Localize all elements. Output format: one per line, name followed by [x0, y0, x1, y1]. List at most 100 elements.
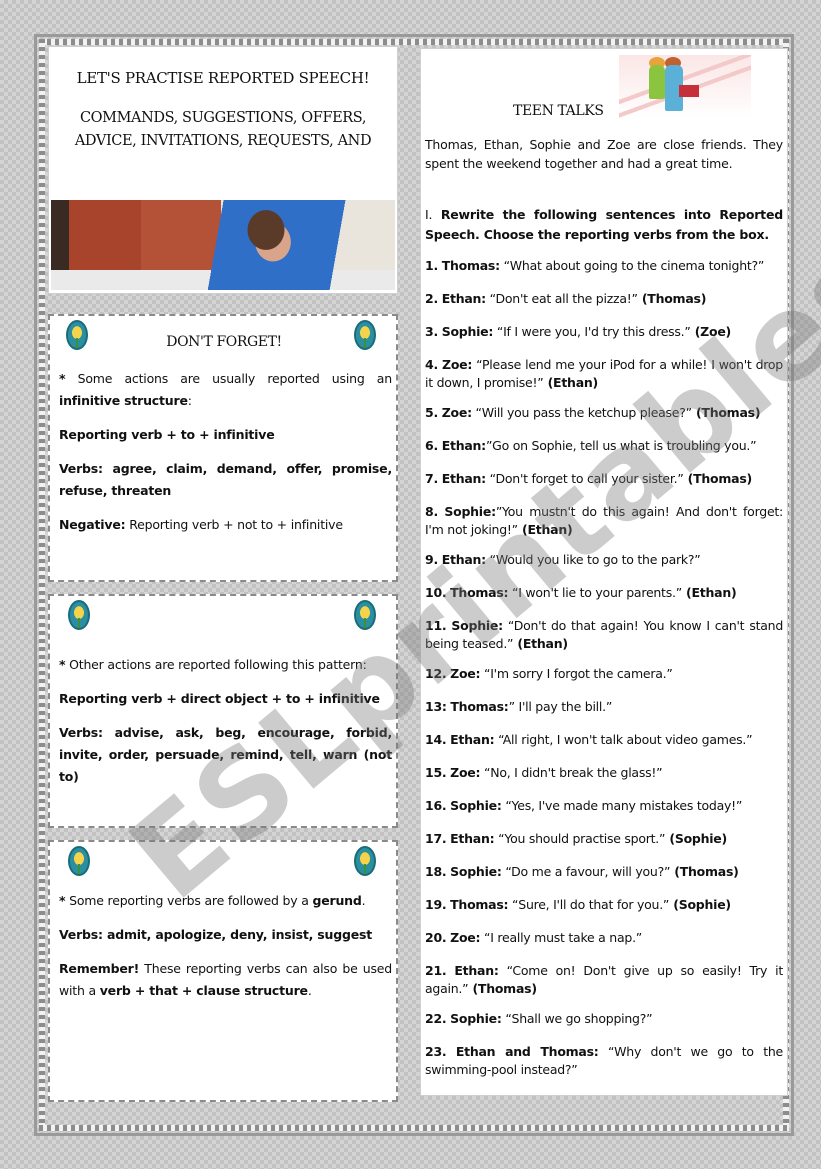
item-speaker: Zoe: — [441, 405, 472, 420]
item-quote: “Do me a favour, will you?” — [501, 864, 671, 879]
item-number: 6. — [425, 438, 438, 453]
rule-box-infinitive: DON'T FORGET! * Some actions are usually… — [48, 314, 398, 582]
item-reporter: (Ethan) — [513, 636, 568, 651]
exercise-item: 15. Zoe: “No, I didn't break the glass!” — [425, 764, 783, 782]
rule-intro-bold: gerund — [312, 893, 362, 908]
item-number: 9. — [425, 552, 438, 567]
rule-body: * Some reporting verbs are followed by a… — [59, 890, 392, 1014]
verbs-list: agree, claim, demand, offer, promise, re… — [59, 461, 392, 498]
item-speaker: Zoe: — [450, 930, 481, 945]
exercise-item: 22. Sophie: “Shall we go shopping?” — [425, 1010, 783, 1028]
instruction-text: Rewrite the following sentences into Rep… — [425, 207, 783, 242]
subtitle-line: ADVICE, INVITATIONS, REQUESTS, AND — [74, 133, 372, 149]
item-quote: “Shall we go shopping?” — [501, 1011, 653, 1026]
item-quote: ” I'll pay the bill.” — [508, 699, 613, 714]
item-quote: “Would you like to go to the park?” — [485, 552, 701, 567]
exercise-item: 9. Ethan: “Would you like to go to the p… — [425, 551, 783, 569]
rule-heading: DON'T FORGET! — [166, 334, 282, 350]
item-reporter: (Sophie) — [665, 831, 727, 846]
item-reporter: (Zoe) — [690, 324, 732, 339]
item-speaker: Ethan: — [450, 732, 495, 747]
item-speaker: Thomas: — [450, 585, 509, 600]
item-quote: “All right, I won't talk about video gam… — [494, 732, 753, 747]
item-number: 17. — [425, 831, 447, 846]
rule-body: * Some actions are usually reported usin… — [59, 368, 392, 548]
item-speaker: Sophie: — [450, 864, 502, 879]
item-number: 2. — [425, 291, 438, 306]
exercise-item: 5. Zoe: “Will you pass the ketchup pleas… — [425, 404, 783, 422]
exercise-item: 11. Sophie: “Don't do that again! You kn… — [425, 617, 783, 653]
item-quote: ”Go on Sophie, tell us what is troubling… — [485, 438, 757, 453]
negative-pattern: Reporting verb + not to + infinitive — [125, 517, 343, 532]
exercise-item: 12. Zoe: “I'm sorry I forgot the camera.… — [425, 665, 783, 683]
title-box: LET'S PRACTISE REPORTED SPEECH! COMMANDS… — [48, 46, 398, 294]
exercise-instruction: I. Rewrite the following sentences into … — [425, 205, 783, 245]
rule-intro: Other actions are reported following thi… — [65, 657, 367, 672]
tulip-icon — [68, 600, 90, 630]
item-speaker: Zoe: — [450, 666, 481, 681]
remember-label: Remember! — [59, 961, 140, 976]
item-reporter: (Ethan) — [517, 522, 573, 537]
punct: . — [361, 893, 366, 908]
item-reporter: (Thomas) — [691, 405, 761, 420]
tulip-icon — [354, 600, 376, 630]
item-quote: “I really must take a nap.” — [480, 930, 643, 945]
verbs-label: Verbs: — [59, 927, 103, 942]
item-speaker: Thomas: — [441, 258, 500, 273]
exercise-item: 10. Thomas: “I won't lie to your parents… — [425, 584, 783, 602]
item-number: 16. — [425, 798, 447, 813]
item-quote: “You should practise sport.” — [494, 831, 666, 846]
item-speaker: Thomas: — [450, 897, 509, 912]
frame-border-left — [39, 39, 45, 1131]
worksheet-subtitle: COMMANDS, SUGGESTIONS, OFFERS, ADVICE, I… — [57, 107, 389, 153]
item-reporter: (Ethan) — [543, 375, 599, 390]
exercise-item: 20. Zoe: “I really must take a nap.” — [425, 929, 783, 947]
item-quote: “If I were you, I'd try this dress.” — [493, 324, 691, 339]
exercise-item: 23. Ethan and Thomas: “Why don't we go t… — [425, 1043, 783, 1079]
section-title: TEEN TALKS — [513, 103, 604, 119]
item-speaker: Sophie: — [441, 324, 494, 339]
exercise-item: 19. Thomas: “Sure, I'll do that for you.… — [425, 896, 783, 914]
item-number: 23. — [425, 1044, 447, 1059]
item-speaker: Ethan: — [441, 291, 487, 306]
item-speaker: Zoe: — [442, 357, 473, 372]
item-number: 13: — [425, 699, 447, 714]
item-reporter: (Sophie) — [669, 897, 731, 912]
item-reporter: (Thomas) — [468, 981, 537, 996]
punct: : — [187, 393, 192, 408]
item-speaker: Sophie: — [450, 1011, 502, 1026]
item-speaker: Sophie: — [444, 504, 496, 519]
rule-intro: Some actions are usually reported using … — [65, 371, 393, 386]
exercise-item: 2. Ethan: “Don't eat all the pizza!” (Th… — [425, 290, 783, 308]
item-number: 4. — [425, 357, 438, 372]
exercise-item: 21. Ethan: “Come on! Don't give up so ea… — [425, 962, 783, 998]
item-number: 19. — [425, 897, 447, 912]
exercise-item: 7. Ethan: “Don't forget to call your sis… — [425, 470, 783, 488]
item-speaker: Sophie: — [451, 618, 503, 633]
item-speaker: Ethan: — [454, 963, 499, 978]
item-quote: “Don't forget to call your sister.” — [485, 471, 684, 486]
item-quote: “Please lend me your iPod for a while! I… — [425, 357, 783, 390]
exercise-list: 1. Thomas: “What about going to the cine… — [425, 257, 783, 1091]
item-reporter: (Ethan) — [681, 585, 737, 600]
exercise-item: 18. Sophie: “Do me a favour, will you?” … — [425, 863, 783, 881]
rule-body: * Other actions are reported following t… — [59, 654, 392, 800]
verbs-label: Verbs: — [59, 461, 103, 476]
item-number: 8. — [425, 504, 438, 519]
item-speaker: Ethan: — [450, 831, 495, 846]
item-speaker: Sophie: — [450, 798, 502, 813]
item-quote: “I'm sorry I forgot the camera.” — [480, 666, 673, 681]
item-quote: “Sure, I'll do that for you.” — [508, 897, 670, 912]
negative-label: Negative: — [59, 517, 126, 532]
item-number: 5. — [425, 405, 438, 420]
exercise-item: 3. Sophie: “If I were you, I'd try this … — [425, 323, 783, 341]
item-number: 3. — [425, 324, 438, 339]
exercise-item: 17. Ethan: “You should practise sport.” … — [425, 830, 783, 848]
exercise-item: 8. Sophie:”You mustn't do this again! An… — [425, 503, 783, 539]
subtitle-line: COMMANDS, SUGGESTIONS, OFFERS, — [79, 110, 367, 126]
teen-talks-box: TEEN TALKS Thomas, Ethan, Sophie and Zoe… — [420, 48, 788, 1096]
item-quote: “I won't lie to your parents.” — [508, 585, 682, 600]
tulip-icon — [68, 846, 90, 876]
item-reporter: (Thomas) — [670, 864, 739, 879]
rule-intro-bold: infinitive structure — [59, 393, 188, 408]
